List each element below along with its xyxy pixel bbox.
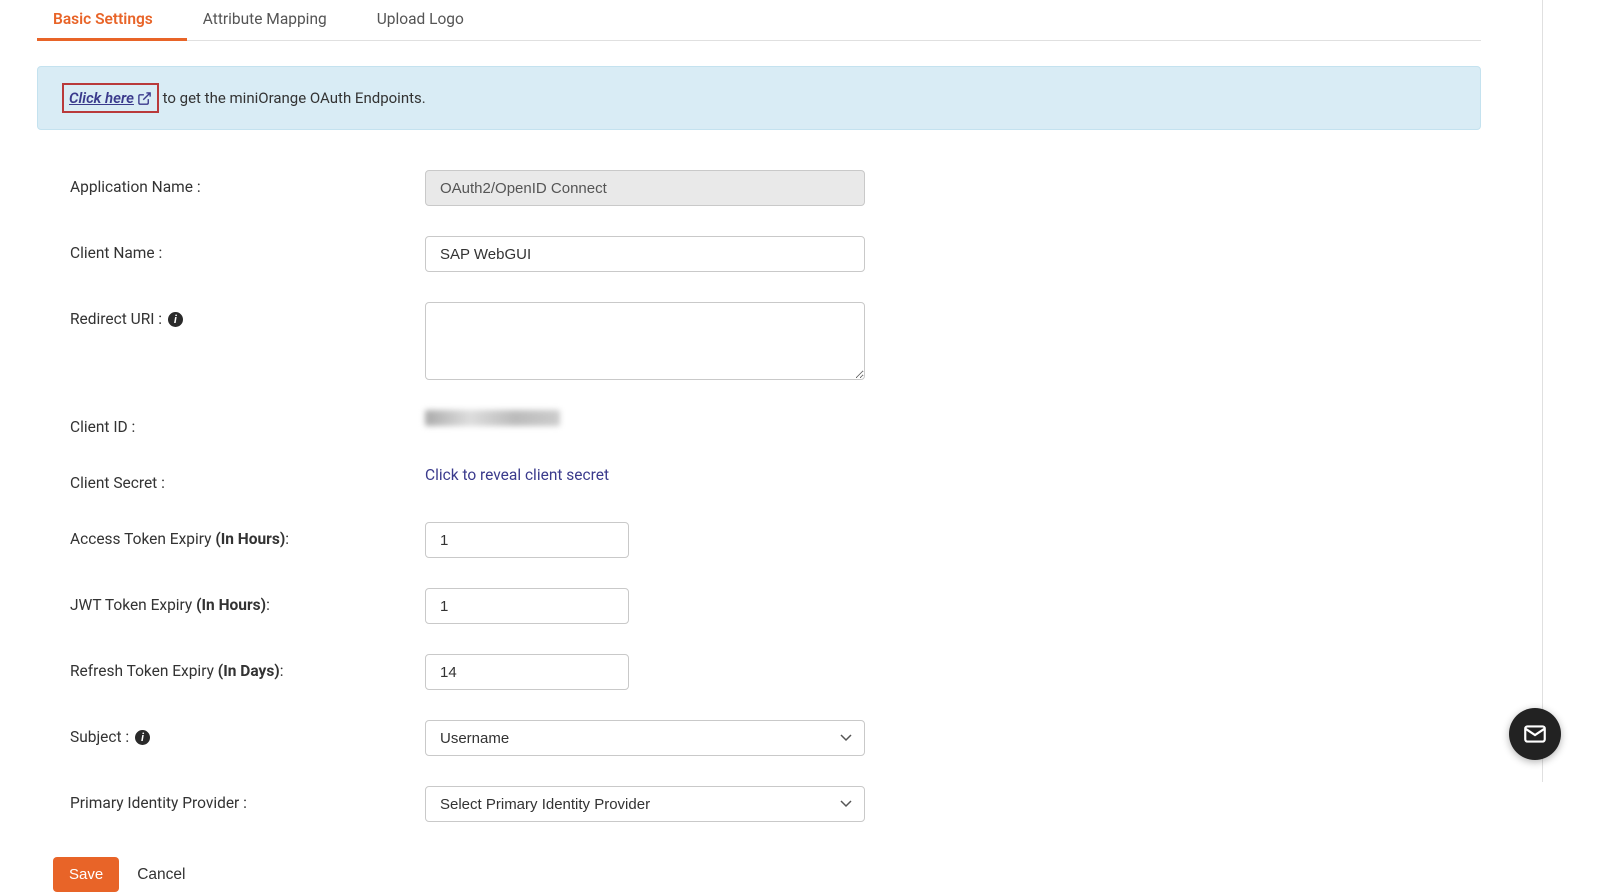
input-application-name xyxy=(425,170,865,206)
reveal-client-secret-link[interactable]: Click to reveal client secret xyxy=(425,466,609,484)
input-jwt-token-expiry[interactable] xyxy=(425,588,629,624)
select-primary-idp[interactable]: Select Primary Identity Provider xyxy=(425,786,865,822)
label-subject: Subject : i xyxy=(70,720,425,746)
row-refresh-token-expiry: Refresh Token Expiry (In Days): xyxy=(70,654,1481,690)
input-access-token-expiry[interactable] xyxy=(425,522,629,558)
label-client-name: Client Name : xyxy=(70,236,425,262)
label-access-token-expiry: Access Token Expiry (In Hours): xyxy=(70,522,425,548)
banner-suffix-text: to get the miniOrange OAuth Endpoints. xyxy=(159,89,426,107)
tab-basic-settings[interactable]: Basic Settings xyxy=(37,0,187,41)
tab-attribute-mapping[interactable]: Attribute Mapping xyxy=(187,0,361,40)
row-client-secret: Client Secret : Click to reveal client s… xyxy=(70,466,1481,492)
right-divider xyxy=(1542,0,1543,782)
oauth-endpoints-banner: Click here to get the miniOrange OAuth E… xyxy=(37,66,1481,130)
info-icon[interactable]: i xyxy=(168,312,183,327)
label-client-id: Client ID : xyxy=(70,410,425,436)
click-here-text: Click here xyxy=(69,89,134,107)
value-client-id xyxy=(425,410,560,430)
chat-widget-button[interactable] xyxy=(1509,708,1561,760)
label-primary-idp: Primary Identity Provider : xyxy=(70,786,425,812)
row-access-token-expiry: Access Token Expiry (In Hours): xyxy=(70,522,1481,558)
mail-icon xyxy=(1522,721,1548,747)
tabs-bar: Basic Settings Attribute Mapping Upload … xyxy=(37,0,1481,41)
label-client-secret: Client Secret : xyxy=(70,466,425,492)
input-client-name[interactable] xyxy=(425,236,865,272)
action-buttons: Save Cancel xyxy=(37,857,1481,892)
input-refresh-token-expiry[interactable] xyxy=(425,654,629,690)
row-client-name: Client Name : xyxy=(70,236,1481,272)
row-jwt-token-expiry: JWT Token Expiry (In Hours): xyxy=(70,588,1481,624)
label-application-name: Application Name : xyxy=(70,170,425,196)
save-button[interactable]: Save xyxy=(53,857,119,892)
settings-form: Application Name : Client Name : Redirec… xyxy=(37,170,1481,822)
blurred-client-id xyxy=(425,410,560,426)
info-icon[interactable]: i xyxy=(135,730,150,745)
select-subject[interactable]: Username xyxy=(425,720,865,756)
label-refresh-token-expiry: Refresh Token Expiry (In Days): xyxy=(70,654,425,680)
row-redirect-uri: Redirect URI : i xyxy=(70,302,1481,380)
row-application-name: Application Name : xyxy=(70,170,1481,206)
label-jwt-token-expiry: JWT Token Expiry (In Hours): xyxy=(70,588,425,614)
click-here-highlight-box: Click here xyxy=(62,83,159,113)
click-here-link[interactable]: Click here xyxy=(69,89,152,107)
row-client-id: Client ID : xyxy=(70,410,1481,436)
row-primary-idp: Primary Identity Provider : Select Prima… xyxy=(70,786,1481,822)
tab-upload-logo[interactable]: Upload Logo xyxy=(361,0,498,40)
label-redirect-uri: Redirect URI : i xyxy=(70,302,425,328)
textarea-redirect-uri[interactable] xyxy=(425,302,865,380)
external-link-icon xyxy=(137,91,152,106)
cancel-button[interactable]: Cancel xyxy=(137,866,185,884)
row-subject: Subject : i Username xyxy=(70,720,1481,756)
